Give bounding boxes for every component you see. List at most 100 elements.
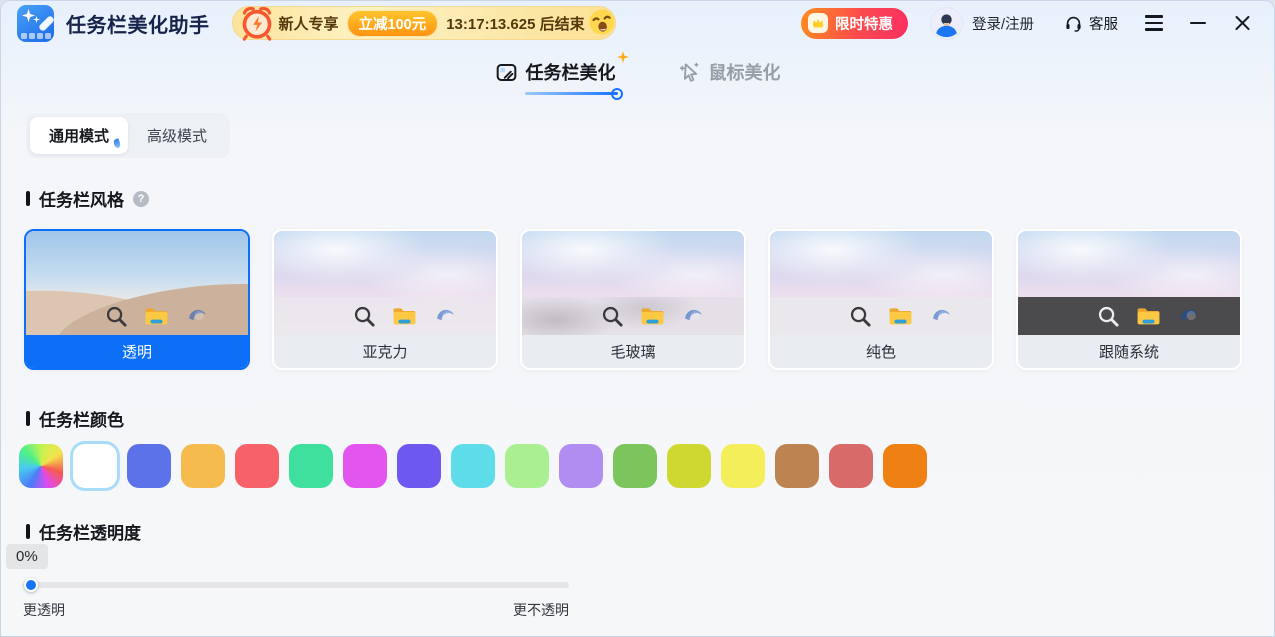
swatch-brown[interactable] — [775, 444, 819, 488]
tab-mouse-beautify[interactable]: 鼠标美化 — [678, 59, 781, 85]
swatch-mint-green[interactable] — [289, 444, 333, 488]
promo-tag: 新人专享 — [279, 13, 339, 34]
minimize-button[interactable] — [1176, 6, 1220, 40]
menu-button[interactable] — [1132, 6, 1176, 40]
style-card-acrylic[interactable]: 亚克力 — [272, 229, 498, 370]
transparency-value-badge: 0% — [6, 544, 48, 569]
preview-taskbar — [522, 297, 744, 335]
slider-min-label: 更透明 — [23, 600, 65, 620]
preview-taskbar — [1018, 297, 1240, 335]
swatch-cyan[interactable] — [451, 444, 495, 488]
mini-taskbar-icon — [21, 33, 51, 39]
mode-tab-general[interactable]: 通用模式 — [30, 117, 128, 154]
taskbar-preview — [26, 231, 248, 335]
style-card-label: 毛玻璃 — [522, 335, 744, 368]
slider-max-label: 更不透明 — [513, 600, 569, 620]
app-title: 任务栏美化助手 — [66, 9, 210, 38]
help-icon[interactable]: ? — [133, 191, 149, 207]
swatch-rose[interactable] — [829, 444, 873, 488]
search-icon — [601, 305, 624, 328]
swatch-orange[interactable] — [181, 444, 225, 488]
style-card-frosted-glass[interactable]: 毛玻璃 — [520, 229, 746, 370]
folder-icon — [392, 304, 417, 329]
preview-taskbar — [274, 297, 496, 335]
minimize-icon — [1190, 22, 1206, 24]
sparkle-icon — [33, 16, 40, 23]
swatch-magenta[interactable] — [343, 444, 387, 488]
login-label: 登录/注册 — [972, 13, 1034, 34]
mode-tabs: 通用模式 高级模式 — [26, 113, 230, 158]
search-icon — [1097, 305, 1120, 328]
section-title: 任务栏风格 — [39, 186, 124, 211]
mode-tab-advanced[interactable]: 高级模式 — [128, 117, 226, 154]
swatch-deep-orange[interactable] — [883, 444, 927, 488]
swatch-light-green[interactable] — [505, 444, 549, 488]
swatch-rainbow-picker[interactable] — [19, 444, 63, 488]
preview-taskbar — [26, 297, 248, 335]
search-icon — [849, 305, 872, 328]
close-icon — [1234, 15, 1251, 32]
style-card-label: 纯色 — [770, 335, 992, 368]
taskbar-preview — [770, 231, 992, 335]
style-card-label: 跟随系统 — [1018, 335, 1240, 368]
promo-banner[interactable]: 新人专享 立减100元 13:17:13.625 后结束 — [232, 6, 616, 40]
taskbar-style-cards: 透明 亚克力 毛玻璃 — [24, 229, 1242, 370]
style-card-label: 亚克力 — [274, 335, 496, 368]
style-card-transparent[interactable]: 透明 — [24, 229, 250, 370]
taskbar-color-swatches — [19, 444, 927, 488]
style-card-label: 透明 — [26, 335, 248, 368]
taskbar-beautify-icon — [495, 61, 518, 84]
section-marker — [26, 411, 30, 426]
slider-track[interactable] — [23, 582, 569, 588]
sale-button-label: 限时特惠 — [835, 13, 893, 34]
style-card-solid-color[interactable]: 纯色 — [768, 229, 994, 370]
swatch-white[interactable] — [73, 444, 117, 488]
edge-browser-icon — [1177, 304, 1202, 329]
alarm-clock-icon — [237, 3, 277, 43]
slider-thumb[interactable] — [24, 578, 38, 592]
headset-icon — [1064, 14, 1083, 33]
swatch-yellow-green[interactable] — [667, 444, 711, 488]
crying-face-icon — [585, 5, 619, 39]
swatch-light-purple[interactable] — [559, 444, 603, 488]
folder-icon — [640, 304, 665, 329]
search-icon — [353, 305, 376, 328]
windows-logo-icon — [1056, 304, 1081, 329]
style-card-follow-system[interactable]: 跟随系统 — [1016, 229, 1242, 370]
swatch-blue[interactable] — [127, 444, 171, 488]
tab-label: 任务栏美化 — [526, 59, 616, 85]
promo-discount-pill: 立减100元 — [347, 10, 439, 37]
support-label: 客服 — [1089, 13, 1118, 34]
section-title: 任务栏颜色 — [39, 406, 124, 431]
taskbar-preview — [522, 231, 744, 335]
swatch-green[interactable] — [613, 444, 657, 488]
swatch-purple[interactable] — [397, 444, 441, 488]
section-title: 任务栏透明度 — [39, 519, 141, 544]
transparency-slider[interactable] — [23, 579, 569, 591]
close-button[interactable] — [1220, 6, 1264, 40]
section-marker — [26, 524, 30, 539]
window-controls — [1132, 6, 1264, 40]
tab-taskbar-beautify[interactable]: 任务栏美化 — [495, 59, 616, 85]
hamburger-icon — [1145, 15, 1163, 30]
login-register[interactable]: 登录/注册 — [930, 7, 1034, 40]
crown-icon — [808, 13, 828, 33]
windows-logo-icon — [312, 304, 337, 329]
section-taskbar-style-header: 任务栏风格 ? — [26, 186, 149, 211]
edge-browser-icon — [929, 304, 954, 329]
app-logo-icon — [17, 5, 54, 42]
main-nav: 任务栏美化 鼠标美化 — [1, 59, 1274, 85]
customer-support-button[interactable]: 客服 — [1064, 13, 1118, 34]
swatch-yellow[interactable] — [721, 444, 765, 488]
limited-time-offer-button[interactable]: 限时特惠 — [801, 8, 908, 39]
section-taskbar-color-header: 任务栏颜色 — [26, 406, 124, 431]
active-tab-underline — [525, 92, 618, 96]
tab-label: 鼠标美化 — [709, 59, 781, 85]
swatch-red[interactable] — [235, 444, 279, 488]
brush-icon — [38, 15, 54, 32]
avatar — [930, 7, 963, 40]
mode-tab-label: 高级模式 — [147, 128, 207, 145]
taskbar-preview — [1018, 231, 1240, 335]
edge-browser-icon — [681, 304, 706, 329]
edge-browser-icon — [433, 304, 458, 329]
